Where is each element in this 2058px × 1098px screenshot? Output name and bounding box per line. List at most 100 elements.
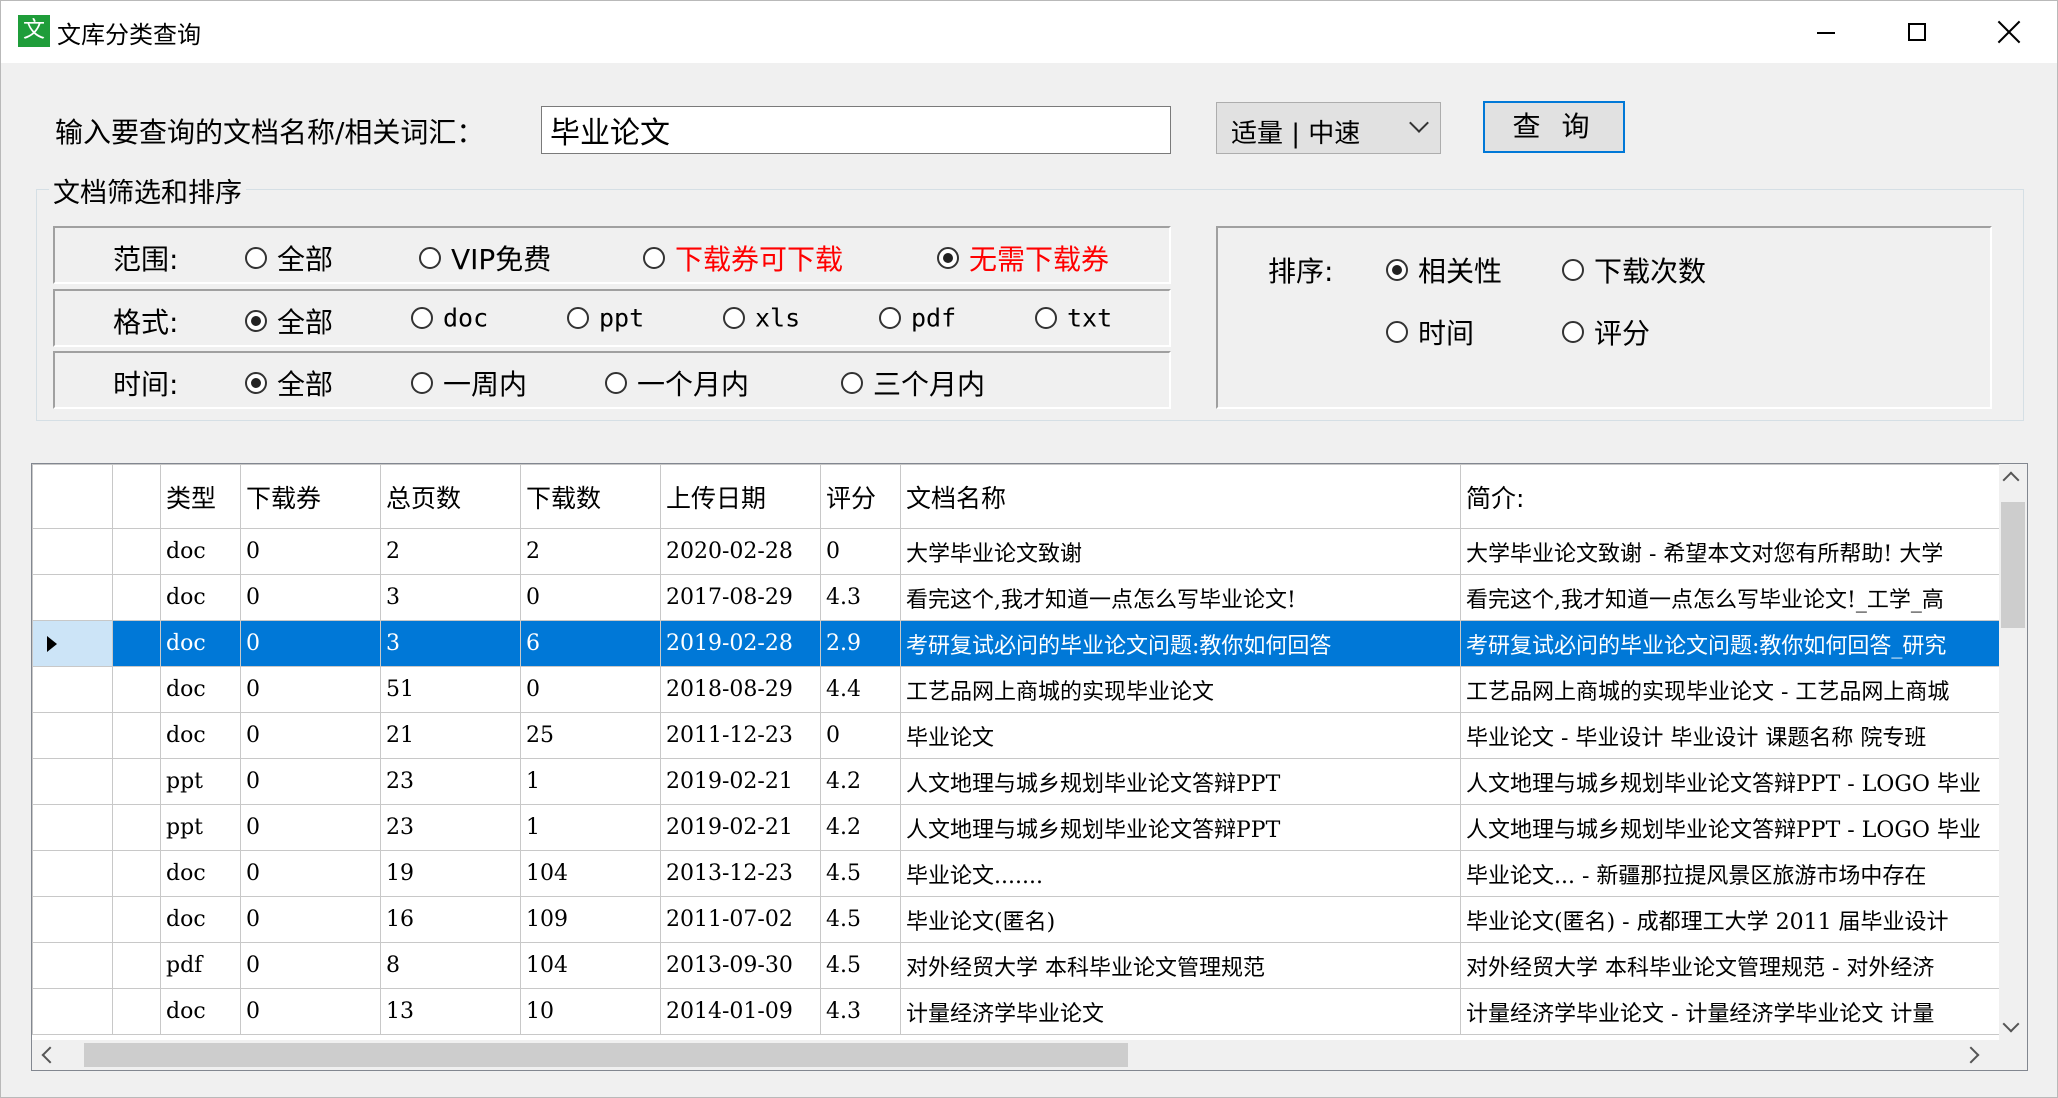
row-header[interactable]: [32, 804, 113, 851]
cell-coupon[interactable]: 0: [240, 666, 381, 713]
cell-summary[interactable]: 人文地理与城乡规划毕业论文答辩PPT - LOGO 毕业: [1460, 758, 2021, 805]
cell-downloads[interactable]: 25: [520, 712, 661, 759]
close-button[interactable]: [1963, 1, 2055, 63]
cell-upload-date[interactable]: 2019-02-21: [660, 758, 821, 805]
table-row[interactable]: pdf 0 8 104 2013-09-30 4.5 对外经贸大学 本科毕业论文管理规范 对外…: [32, 942, 2021, 989]
cell-upload-date[interactable]: 2013-09-30: [660, 942, 821, 989]
cell-upload-date[interactable]: 2011-07-02: [660, 896, 821, 943]
cell-type[interactable]: doc: [160, 620, 241, 667]
minimize-button[interactable]: [1779, 1, 1871, 63]
format-option-pdf[interactable]: pdf: [879, 302, 956, 333]
column-header-pages[interactable]: 总页数: [380, 464, 521, 529]
table-row[interactable]: ppt 0 23 1 2019-02-21 4.2 人文地理与城乡规划毕业论文答辩PPT 人文…: [32, 758, 2021, 805]
cell-pages[interactable]: 21: [380, 712, 521, 759]
row-header[interactable]: [32, 666, 113, 713]
vertical-scrollbar[interactable]: [1999, 464, 2027, 1040]
cell-downloads[interactable]: 109: [520, 896, 661, 943]
cell-pages[interactable]: 3: [380, 574, 521, 621]
cell-doc-name[interactable]: 毕业论文: [900, 712, 1461, 759]
cell-rating[interactable]: 4.2: [820, 804, 901, 851]
cell-upload-date[interactable]: 2014-01-09: [660, 988, 821, 1035]
scroll-left-icon[interactable]: [41, 1046, 59, 1064]
cell-type[interactable]: doc: [160, 666, 241, 713]
cell-summary[interactable]: 考研复试必问的毕业论文问题:教你如何回答_研究: [1460, 620, 2021, 667]
column-header-doc-name[interactable]: 文档名称: [900, 464, 1461, 529]
title-bar[interactable]: 文 文库分类查询: [1, 1, 2057, 63]
row-header[interactable]: [32, 528, 113, 575]
cell-rating[interactable]: 0: [820, 712, 901, 759]
cell-pages[interactable]: 16: [380, 896, 521, 943]
cell-summary[interactable]: 计量经济学毕业论文 - 计量经济学毕业论文 计量: [1460, 988, 2021, 1035]
cell-upload-date[interactable]: 2013-12-23: [660, 850, 821, 897]
cell-type[interactable]: doc: [160, 896, 241, 943]
cell-rating[interactable]: 4.2: [820, 758, 901, 805]
column-header-rating[interactable]: 评分: [820, 464, 901, 529]
column-header-downloads[interactable]: 下载数: [520, 464, 661, 529]
cell-upload-date[interactable]: 2020-02-28: [660, 528, 821, 575]
cell-summary[interactable]: 工艺品网上商城的实现毕业论文 - 工艺品网上商城: [1460, 666, 2021, 713]
cell-downloads[interactable]: 6: [520, 620, 661, 667]
cell-type[interactable]: doc: [160, 988, 241, 1035]
column-header-coupon[interactable]: 下载券: [240, 464, 381, 529]
row-header[interactable]: [32, 620, 113, 667]
cell-summary[interactable]: 人文地理与城乡规划毕业论文答辩PPT - LOGO 毕业: [1460, 804, 2021, 851]
cell-rating[interactable]: 4.5: [820, 942, 901, 989]
table-row[interactable]: doc 0 21 25 2011-12-23 0 毕业论文 毕业论文 - 毕业设计 毕业设计 …: [32, 712, 2021, 759]
format-option-xls[interactable]: xls: [723, 302, 800, 333]
cell-doc-name[interactable]: 人文地理与城乡规划毕业论文答辩PPT: [900, 758, 1461, 805]
cell-type[interactable]: doc: [160, 574, 241, 621]
cell-pages[interactable]: 19: [380, 850, 521, 897]
row-header[interactable]: [32, 574, 113, 621]
cell-pages[interactable]: 51: [380, 666, 521, 713]
cell-pages[interactable]: 2: [380, 528, 521, 575]
time-option-month[interactable]: 一个月内: [605, 363, 749, 403]
cell-rating[interactable]: 4.5: [820, 850, 901, 897]
table-row[interactable]: doc 0 13 10 2014-01-09 4.3 计量经济学毕业论文 计量经济学毕业论文 …: [32, 988, 2021, 1035]
results-grid[interactable]: 类型 下载券 总页数 下载数 上传日期 评分 文档名称 简介: doc 0 2 2 20…: [31, 463, 2028, 1071]
time-option-all[interactable]: 全部: [245, 363, 333, 403]
cell-type[interactable]: doc: [160, 712, 241, 759]
cell-pages[interactable]: 23: [380, 804, 521, 851]
scope-option-no-coupon[interactable]: 无需下载券: [937, 238, 1109, 278]
table-row[interactable]: doc 0 51 0 2018-08-29 4.4 工艺品网上商城的实现毕业论文 工艺品网上商…: [32, 666, 2021, 713]
cell-doc-name[interactable]: 毕业论文(匿名): [900, 896, 1461, 943]
cell-summary[interactable]: 对外经贸大学 本科毕业论文管理规范 - 对外经济: [1460, 942, 2021, 989]
column-header[interactable]: [112, 464, 161, 529]
cell-upload-date[interactable]: 2011-12-23: [660, 712, 821, 759]
cell-summary[interactable]: 毕业论文 - 毕业设计 毕业设计 课题名称 院专班: [1460, 712, 2021, 759]
cell-coupon[interactable]: 0: [240, 804, 381, 851]
cell-upload-date[interactable]: 2018-08-29: [660, 666, 821, 713]
cell-pages[interactable]: 8: [380, 942, 521, 989]
scroll-up-icon[interactable]: [2002, 471, 2020, 489]
cell-pages[interactable]: 13: [380, 988, 521, 1035]
cell-rating[interactable]: 4.3: [820, 574, 901, 621]
scope-option-coupon[interactable]: 下载券可下载: [643, 238, 843, 278]
row-header[interactable]: [32, 712, 113, 759]
scroll-right-icon[interactable]: [1962, 1046, 1980, 1064]
cell-downloads[interactable]: 2: [520, 528, 661, 575]
speed-mode-select[interactable]: 适量 | 中速: [1216, 102, 1441, 154]
cell-type[interactable]: ppt: [160, 758, 241, 805]
cell-type[interactable]: doc: [160, 528, 241, 575]
table-row[interactable]: doc 0 19 104 2013-12-23 4.5 毕业论文....... 毕业论文...…: [32, 850, 2021, 897]
cell-downloads[interactable]: 104: [520, 942, 661, 989]
cell-coupon[interactable]: 0: [240, 712, 381, 759]
cell-rating[interactable]: 0: [820, 528, 901, 575]
cell-coupon[interactable]: 0: [240, 942, 381, 989]
cell-rating[interactable]: 4.5: [820, 896, 901, 943]
cell-doc-name[interactable]: 工艺品网上商城的实现毕业论文: [900, 666, 1461, 713]
sort-option-rating[interactable]: 评分: [1562, 312, 1650, 352]
horizontal-scroll-thumb[interactable]: [84, 1043, 1128, 1067]
cell-summary[interactable]: 毕业论文(匿名) - 成都理工大学 2011 届毕业设计: [1460, 896, 2021, 943]
format-option-all[interactable]: 全部: [245, 301, 333, 341]
cell-blank[interactable]: [112, 574, 161, 621]
cell-downloads[interactable]: 104: [520, 850, 661, 897]
cell-summary[interactable]: 毕业论文... - 新疆那拉提风景区旅游市场中存在: [1460, 850, 2021, 897]
cell-downloads[interactable]: 0: [520, 666, 661, 713]
row-header[interactable]: [32, 758, 113, 805]
cell-blank[interactable]: [112, 850, 161, 897]
row-header[interactable]: [32, 988, 113, 1035]
format-option-txt[interactable]: txt: [1035, 302, 1112, 333]
scope-option-vip-free[interactable]: VIP免费: [419, 238, 551, 278]
cell-doc-name[interactable]: 对外经贸大学 本科毕业论文管理规范: [900, 942, 1461, 989]
